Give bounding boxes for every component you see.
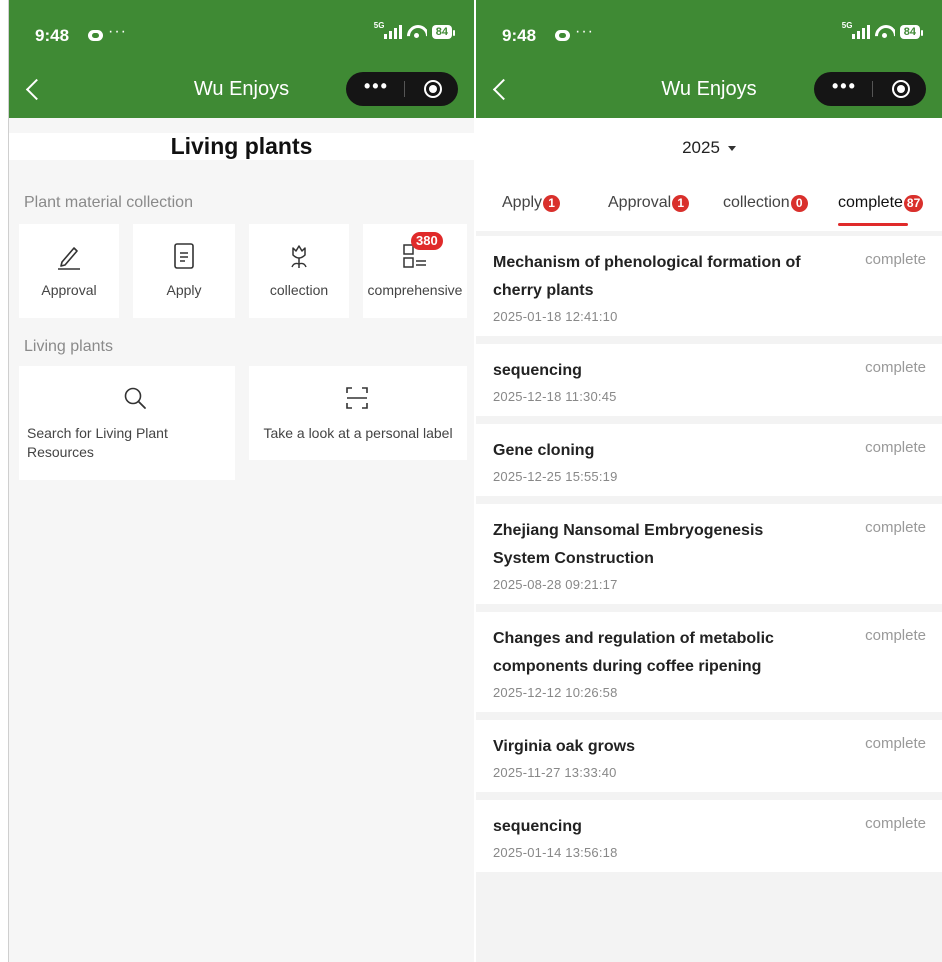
item-time: 2025-12-25 15:55:19: [493, 469, 618, 484]
item-status: complete: [865, 735, 926, 752]
flower-icon: [291, 245, 307, 268]
mini-program-capsule: •••: [814, 72, 926, 106]
scan-icon: [346, 387, 368, 409]
capsule-divider: [404, 81, 405, 97]
item-title: sequencing: [493, 818, 582, 835]
tab-complete[interactable]: complete 87: [838, 194, 924, 212]
item-title: Changes and regulation of metabolic comp…: [493, 630, 774, 675]
signal-icon: 5G: [842, 21, 870, 39]
capsule-divider: [872, 81, 873, 97]
mini-program-capsule: •••: [346, 72, 458, 106]
tab-label: Apply: [502, 194, 543, 211]
list-item[interactable]: Mechanism of phenological formation of c…: [476, 236, 942, 336]
item-title: Virginia oak grows: [493, 738, 635, 755]
year-value: 2025: [682, 138, 720, 157]
tile-label-collection: collection: [269, 282, 329, 298]
close-target-icon[interactable]: [424, 80, 442, 98]
document-icon: [174, 243, 194, 269]
comprehensive-badge: 380: [411, 232, 443, 250]
item-title: sequencing: [493, 362, 582, 379]
close-target-icon[interactable]: [892, 80, 910, 98]
item-status: complete: [865, 815, 926, 832]
card-personal-label[interactable]: Take a look at a personal label: [249, 366, 467, 460]
list-item[interactable]: Gene cloning 2025-12-25 15:55:19 complet…: [476, 424, 942, 496]
item-status: complete: [865, 359, 926, 376]
network-type: 5G: [373, 21, 385, 30]
tab-count-badge: 0: [790, 194, 808, 212]
tile-approval[interactable]: Approval: [19, 224, 119, 318]
tab-count-badge: 1: [543, 194, 561, 212]
pen-icon: [58, 247, 80, 270]
caret-down-icon: [727, 146, 736, 152]
status-time: 9:48: [502, 26, 537, 45]
list-item[interactable]: Changes and regulation of metabolic comp…: [476, 612, 942, 712]
more-button[interactable]: •••: [832, 76, 857, 97]
card-label-search: Search for Living Plant Resources: [27, 425, 168, 460]
item-time: 2025-08-28 09:21:17: [493, 577, 618, 592]
tab-count-badge: 1: [672, 194, 690, 212]
year-dropdown[interactable]: 2025: [476, 138, 942, 158]
page-title: Living plants: [9, 133, 474, 160]
item-status: complete: [865, 627, 926, 644]
app-header: 9:48 ··· 5G 84 Wu Enjoys •••: [9, 0, 474, 118]
tab-collection[interactable]: collection 0: [723, 194, 808, 212]
wifi-icon: [875, 25, 895, 39]
status-indicators: 5G 84: [842, 21, 924, 39]
status-time: 9:48: [35, 26, 70, 45]
list-item[interactable]: sequencing 2025-12-18 11:30:45 complete: [476, 344, 942, 416]
active-tab-indicator: [838, 223, 908, 226]
tab-label: collection: [723, 194, 790, 211]
more-button[interactable]: •••: [364, 76, 389, 97]
item-status: complete: [865, 519, 926, 536]
network-type: 5G: [841, 21, 853, 30]
item-title: Gene cloning: [493, 442, 595, 459]
section-title-living-plants: Living plants: [24, 338, 113, 355]
item-title: Zhejiang Nansomal Embryogenesis System C…: [493, 522, 764, 567]
battery-icon: 84: [899, 25, 924, 39]
app-header: 9:48 ··· 5G 84 Wu Enjoys •••: [476, 0, 942, 118]
list-item[interactable]: Virginia oak grows 2025-11-27 13:33:40 c…: [476, 720, 942, 792]
section-title-collection: Plant material collection: [24, 194, 193, 211]
left-phone-screen: 9:48 ··· 5G 84 Wu Enjoys ••• Living plan…: [8, 0, 474, 962]
tile-apply[interactable]: Apply: [133, 224, 235, 318]
tab-label: Approval: [608, 194, 672, 211]
item-time: 2025-01-18 12:41:10: [493, 309, 618, 324]
item-time: 2025-12-18 11:30:45: [493, 389, 617, 404]
tile-collection[interactable]: collection: [249, 224, 349, 318]
status-dots: ···: [575, 23, 594, 40]
item-time: 2025-12-12 10:26:58: [493, 685, 618, 700]
tab-approval[interactable]: Approval 1: [608, 194, 690, 212]
card-search-living-plant[interactable]: Search for Living Plant Resources: [19, 366, 235, 480]
right-phone-screen: 9:48 ··· 5G 84 Wu Enjoys ••• 2025 Apply …: [476, 0, 942, 962]
tile-label-apply: Apply: [166, 282, 202, 298]
tab-apply[interactable]: Apply 1: [502, 194, 561, 212]
signal-icon: 5G: [374, 21, 402, 39]
status-dots: ···: [108, 23, 127, 40]
search-icon: [124, 387, 146, 409]
item-time: 2025-01-14 13:56:18: [493, 845, 618, 860]
tile-label-approval: Approval: [41, 282, 97, 298]
status-indicators: 5G 84: [374, 21, 456, 39]
tab-label: complete: [838, 194, 903, 211]
list-item[interactable]: Zhejiang Nansomal Embryogenesis System C…: [476, 504, 942, 604]
item-title: Mechanism of phenological formation of c…: [493, 254, 801, 299]
card-label-personal: Take a look at a personal label: [263, 425, 453, 441]
filter-bar: 2025 Apply 1 Approval 1 collection 0 com…: [476, 118, 942, 231]
record-list: Mechanism of phenological formation of c…: [476, 236, 942, 880]
list-item[interactable]: sequencing 2025-01-14 13:56:18 complete: [476, 800, 942, 872]
tab-count-badge: 87: [903, 194, 924, 212]
chat-icon: [555, 30, 570, 41]
chat-icon: [88, 30, 103, 41]
wifi-icon: [407, 25, 427, 39]
item-time: 2025-11-27 13:33:40: [493, 765, 617, 780]
item-status: complete: [865, 439, 926, 456]
item-status: complete: [865, 251, 926, 268]
battery-icon: 84: [431, 25, 456, 39]
tile-label-comprehensive: comprehensive: [367, 282, 463, 298]
